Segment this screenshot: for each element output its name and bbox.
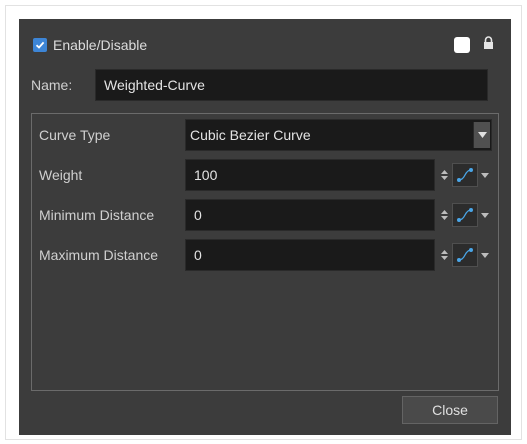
function-curve-icon[interactable] (452, 163, 478, 187)
name-row: Name: Weighted-Curve (31, 69, 488, 101)
curve-type-value: Cubic Bezier Curve (190, 127, 311, 143)
chevron-down-icon[interactable] (481, 212, 489, 218)
chevron-down-icon[interactable] (481, 252, 489, 258)
minimum-distance-label: Minimum Distance (39, 207, 155, 223)
header-icons (454, 36, 494, 53)
minimum-distance-row: Minimum Distance 0 (39, 199, 489, 231)
lock-icon[interactable] (483, 36, 494, 53)
curve-type-select[interactable]: Cubic Bezier Curve (185, 119, 492, 151)
chevron-down-icon[interactable] (481, 172, 489, 178)
layer-properties-dialog: Enable/Disable Name: Weighted-Curve Curv… (19, 19, 511, 435)
name-label: Name: (31, 77, 73, 93)
close-button[interactable]: Close (402, 396, 498, 424)
checkbox-checked-icon[interactable] (33, 38, 47, 52)
curve-type-label: Curve Type (39, 127, 111, 143)
weight-row: Weight 100 (39, 159, 489, 191)
function-curve-icon[interactable] (452, 243, 478, 267)
spinner-icon[interactable] (437, 209, 451, 221)
weight-input[interactable]: 100 (185, 159, 435, 191)
spinner-icon[interactable] (437, 169, 451, 181)
color-swatch-icon[interactable] (454, 36, 470, 53)
enable-disable-toggle[interactable]: Enable/Disable (33, 33, 147, 57)
maximum-distance-input[interactable]: 0 (185, 239, 435, 271)
minimum-distance-input[interactable]: 0 (185, 199, 435, 231)
weight-label: Weight (39, 167, 83, 183)
maximum-distance-label: Maximum Distance (39, 247, 159, 263)
function-curve-icon[interactable] (452, 203, 478, 227)
maximum-distance-row: Maximum Distance 0 (39, 239, 489, 271)
enable-disable-label: Enable/Disable (53, 37, 148, 53)
parameters-group: Curve Type Cubic Bezier Curve Weight 100 (31, 113, 499, 391)
name-input[interactable]: Weighted-Curve (95, 69, 488, 101)
chevron-down-icon[interactable] (473, 122, 490, 148)
spinner-icon[interactable] (437, 249, 451, 261)
curve-type-row: Curve Type Cubic Bezier Curve (39, 119, 492, 151)
